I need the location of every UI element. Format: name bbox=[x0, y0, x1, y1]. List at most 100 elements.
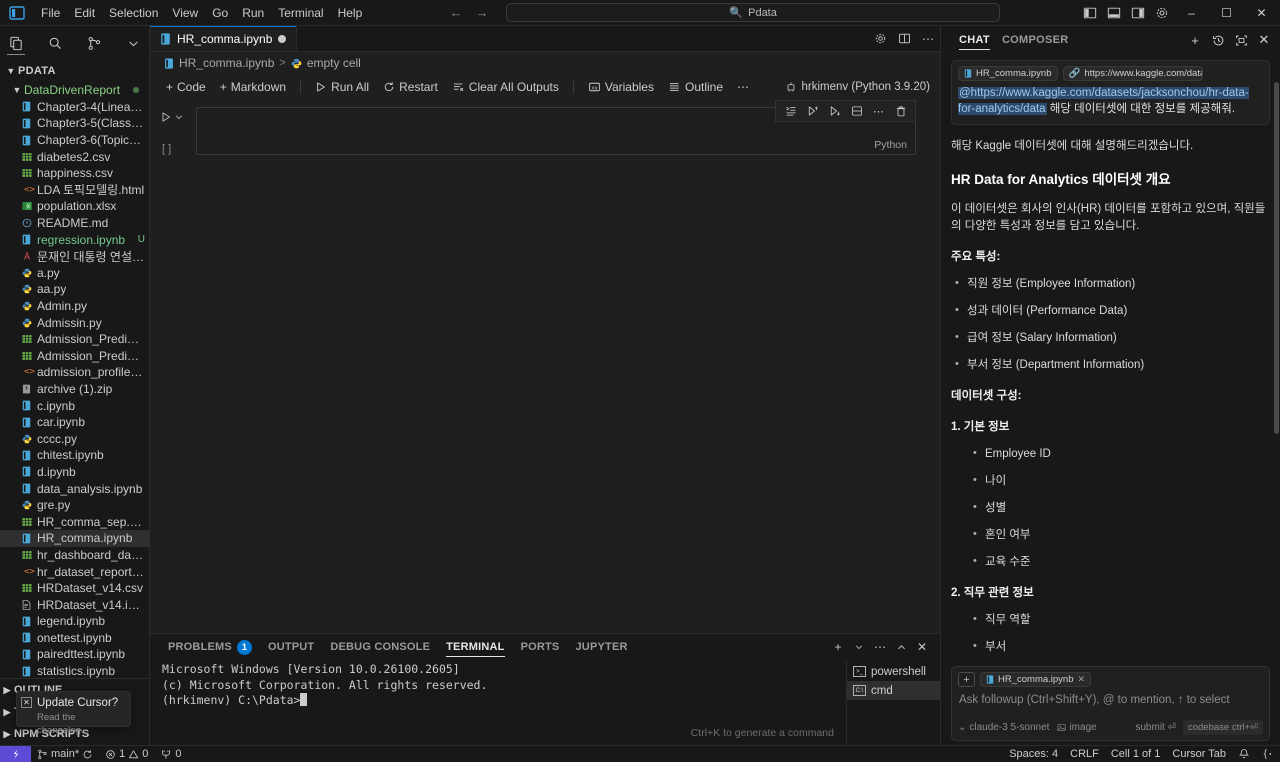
tree-item-pairedttest.ipynb[interactable]: pairedttest.ipynb bbox=[0, 646, 149, 663]
panel-tab-ports[interactable]: PORTS bbox=[513, 634, 568, 660]
source-control-icon[interactable] bbox=[83, 30, 105, 56]
chat-scrollbar[interactable] bbox=[1274, 82, 1279, 434]
tree-item-hr_dashboard_data.csv[interactable]: hr_dashboard_data.csv bbox=[0, 547, 149, 564]
tree-item-hr_comma.ipynb[interactable]: HR_comma.ipynb bbox=[0, 530, 149, 547]
menu-go[interactable]: Go bbox=[205, 3, 235, 23]
bell-icon[interactable] bbox=[1232, 746, 1256, 762]
tree-item-diabetes2.csv[interactable]: diabetes2.csv bbox=[0, 148, 149, 165]
add-context-plus-icon[interactable]: + bbox=[958, 672, 975, 687]
composer-context-chip[interactable]: HR_comma.ipynb ✕ bbox=[980, 672, 1092, 687]
panel-tab-debug-console[interactable]: DEBUG CONSOLE bbox=[322, 634, 438, 660]
panel-tab-terminal[interactable]: TERMINAL bbox=[438, 634, 512, 660]
breadcrumb-cell[interactable]: empty cell bbox=[291, 56, 361, 70]
tree-item-onettest.ipynb[interactable]: onettest.ipynb bbox=[0, 630, 149, 647]
status-problems[interactable]: 1 0 bbox=[99, 746, 154, 762]
tree-item-readme.md[interactable]: README.md bbox=[0, 215, 149, 232]
status-eol[interactable]: CRLF bbox=[1064, 746, 1105, 762]
split-editor-icon[interactable] bbox=[892, 26, 916, 51]
toggle-primary-sidebar-icon[interactable] bbox=[1079, 3, 1101, 23]
tree-item-lda-.html[interactable]: <> LDA 토픽모델링.html bbox=[0, 182, 149, 199]
tree-item-population.xlsx[interactable]: Xpopulation.xlsx bbox=[0, 198, 149, 215]
search-icon[interactable] bbox=[44, 30, 66, 56]
tree-item-cccc.py[interactable]: cccc.py bbox=[0, 430, 149, 447]
cursor-icon[interactable] bbox=[1256, 746, 1280, 762]
close-icon[interactable]: ✕ bbox=[21, 697, 32, 708]
tree-item-chapter3-6-topicmodeli...[interactable]: Chapter3-6(TopicModeli... bbox=[0, 132, 149, 149]
tree-item-hrdataset_v14.ipynb.txt[interactable]: HRDataset_v14.ipynb.txt bbox=[0, 596, 149, 613]
settings-gear-icon[interactable] bbox=[1151, 3, 1173, 23]
tree-item-gre.py[interactable]: gre.py bbox=[0, 497, 149, 514]
tree-item-aa.py[interactable]: aa.py bbox=[0, 281, 149, 298]
variables-button[interactable]: xy Variables bbox=[582, 78, 660, 96]
breadcrumb-file[interactable]: HR_comma.ipynb bbox=[164, 56, 274, 70]
more-icon[interactable]: ⋯ bbox=[869, 102, 888, 120]
status-cursor-tab[interactable]: Cursor Tab bbox=[1166, 746, 1232, 762]
tree-item-legend.ipynb[interactable]: legend.ipynb bbox=[0, 613, 149, 630]
tree-item-chitest.ipynb[interactable]: chitest.ipynb bbox=[0, 447, 149, 464]
composer-box[interactable]: + HR_comma.ipynb ✕ Ask followup (Ctrl+Sh… bbox=[951, 666, 1270, 741]
restart-kernel-button[interactable]: Restart bbox=[377, 78, 444, 96]
context-chip-link[interactable]: 🔗 https://www.kaggle.com/dataset... bbox=[1062, 66, 1203, 81]
chat-messages[interactable]: HR_comma.ipynb 🔗 https://www.kaggle.com/… bbox=[941, 54, 1280, 660]
new-terminal-icon[interactable]: + bbox=[828, 637, 848, 657]
attach-image-button[interactable]: image bbox=[1057, 722, 1097, 733]
tree-item-chapter3-4-linear_regre...[interactable]: Chapter3-4(Linear_Regre... bbox=[0, 99, 149, 116]
kernel-selector[interactable]: hrkimenv (Python 3.9.20) bbox=[785, 74, 930, 99]
tree-item-data_analysis.ipynb[interactable]: data_analysis.ipynb bbox=[0, 480, 149, 497]
tree-item-chapter3-5-classification...[interactable]: Chapter3-5(Classification... bbox=[0, 115, 149, 132]
command-center-search[interactable]: 🔍 Pdata bbox=[506, 3, 1001, 22]
tree-item-a.py[interactable]: a.py bbox=[0, 265, 149, 282]
tree-item-hr_comma_sep.csv[interactable]: HR_comma_sep.csv bbox=[0, 513, 149, 530]
run-by-line-icon[interactable] bbox=[781, 102, 800, 120]
tree-item-hr_dataset_report.html[interactable]: <>hr_dataset_report.html bbox=[0, 563, 149, 580]
add-code-cell-button[interactable]: + Code bbox=[160, 78, 212, 96]
run-above-icon[interactable] bbox=[803, 102, 822, 120]
codebase-hint[interactable]: codebase ctrl+⏎ bbox=[1182, 720, 1263, 735]
add-markdown-cell-button[interactable]: + Markdown bbox=[214, 78, 292, 96]
tree-item-admissin.py[interactable]: Admissin.py bbox=[0, 314, 149, 331]
tab-composer[interactable]: COMPOSER bbox=[996, 26, 1075, 54]
tree-item--...[interactable]: 문재인 대통령 연설문 선... bbox=[0, 248, 149, 265]
run-all-button[interactable]: Run All bbox=[309, 78, 375, 96]
close-icon[interactable]: ✕ bbox=[1254, 30, 1274, 50]
editor-tab-hr-comma-ipynb[interactable]: HR_comma.ipynb bbox=[150, 26, 298, 51]
run-cell-icon[interactable] bbox=[160, 111, 172, 123]
close-icon[interactable]: ✕ bbox=[1078, 674, 1086, 685]
outline-button[interactable]: Outline bbox=[662, 78, 729, 96]
notebook-cell[interactable]: [ ] Python ⋯ bbox=[150, 100, 940, 155]
explorer-section-header[interactable]: ▼ PDATA bbox=[0, 60, 149, 82]
model-selector[interactable]: ⌄ claude-3 5-sonnet bbox=[958, 722, 1049, 733]
panel-tab-problems[interactable]: PROBLEMS 1 bbox=[160, 634, 260, 660]
remote-window-icon[interactable] bbox=[0, 745, 31, 762]
tree-folder-datadrivenreport[interactable]: ▼ DataDrivenReport bbox=[0, 82, 149, 99]
chevron-down-icon[interactable] bbox=[122, 30, 144, 56]
tree-item-admission_profile_report.h...[interactable]: <>admission_profile_report.h... bbox=[0, 364, 149, 381]
terminal-output[interactable]: Microsoft Windows [Version 10.0.26100.26… bbox=[150, 660, 846, 745]
run-below-icon[interactable] bbox=[825, 102, 844, 120]
tree-item-statistics.ipynb[interactable]: statistics.ipynb bbox=[0, 663, 149, 678]
tree-item-hrdataset_v14.csv[interactable]: HRDataset_v14.csv bbox=[0, 580, 149, 597]
toggle-secondary-sidebar-icon[interactable] bbox=[1127, 3, 1149, 23]
cell-language-label[interactable]: Python bbox=[874, 139, 907, 151]
tree-item-regression.ipynb[interactable]: regression.ipynb U bbox=[0, 231, 149, 248]
new-chat-icon[interactable]: + bbox=[1185, 30, 1205, 50]
status-spaces[interactable]: Spaces: 4 bbox=[1003, 746, 1064, 762]
status-ports[interactable]: 0 bbox=[154, 746, 187, 762]
split-cell-icon[interactable] bbox=[847, 102, 866, 120]
window-restore-button[interactable]: ☐ bbox=[1210, 0, 1243, 25]
menu-selection[interactable]: Selection bbox=[102, 3, 165, 23]
explorer-icon[interactable] bbox=[5, 30, 27, 56]
tree-item-d.ipynb[interactable]: d.ipynb bbox=[0, 464, 149, 481]
panel-tab-output[interactable]: OUTPUT bbox=[260, 634, 322, 660]
sync-icon[interactable] bbox=[82, 749, 93, 760]
window-minimize-button[interactable]: ‒ bbox=[1175, 0, 1208, 25]
delete-cell-icon[interactable] bbox=[891, 102, 910, 120]
context-chip-file[interactable]: HR_comma.ipynb bbox=[958, 66, 1058, 81]
notebook-more-actions-icon[interactable]: ⋯ bbox=[731, 78, 755, 96]
terminal-dropdown-icon[interactable] bbox=[849, 637, 869, 657]
menu-edit[interactable]: Edit bbox=[67, 3, 102, 23]
status-cell-position[interactable]: Cell 1 of 1 bbox=[1105, 746, 1167, 762]
menu-terminal[interactable]: Terminal bbox=[271, 3, 330, 23]
history-icon[interactable] bbox=[1208, 30, 1228, 50]
more-actions-icon[interactable]: ⋯ bbox=[916, 26, 940, 51]
